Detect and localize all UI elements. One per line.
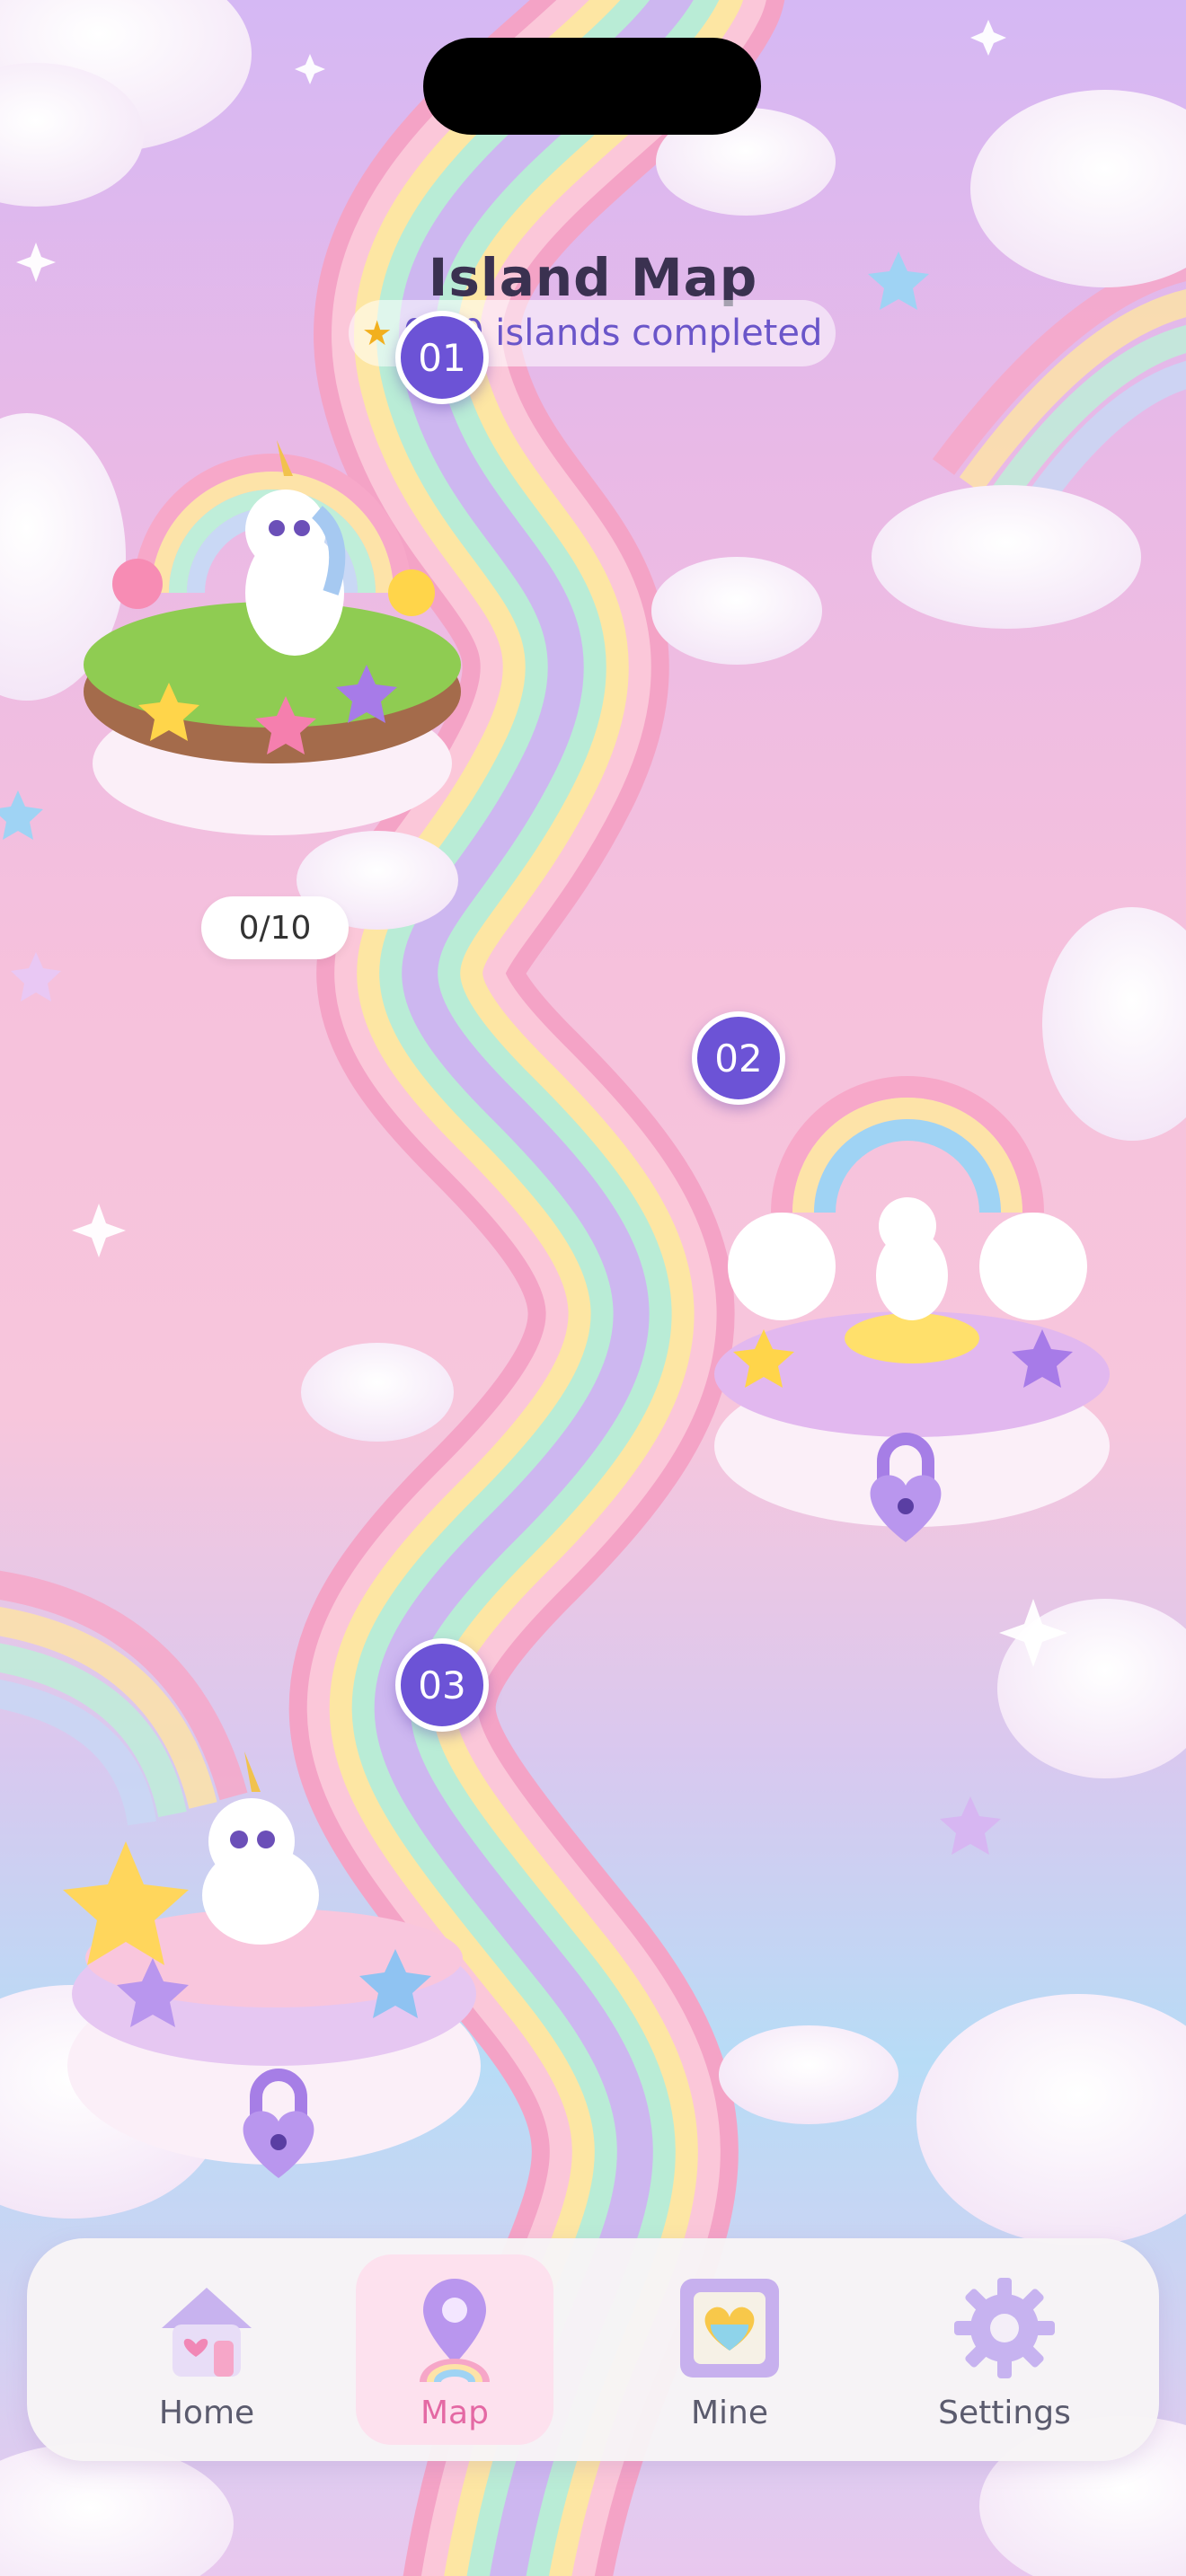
lock-icon <box>861 1430 951 1550</box>
tab-map[interactable]: Map <box>356 2254 553 2445</box>
island-01-number-badge: 01 <box>395 311 489 404</box>
tab-mine[interactable]: Mine <box>631 2254 828 2445</box>
house-icon <box>162 2288 252 2377</box>
tab-settings-label: Settings <box>938 2395 1071 2431</box>
island-03[interactable]: 03 <box>63 1638 489 2192</box>
island-02-number-badge: 02 <box>692 1011 785 1105</box>
island-01[interactable]: 01 <box>79 311 489 853</box>
page-title: Island Map <box>428 246 758 308</box>
star-icon: ★ <box>361 313 393 353</box>
heart-frame-icon <box>680 2279 779 2378</box>
gear-icon <box>954 2278 1055 2378</box>
map-pin-icon <box>420 2279 490 2383</box>
island-01-illustration <box>84 440 461 835</box>
tab-home[interactable]: Home <box>108 2254 305 2445</box>
tab-mine-label: Mine <box>690 2395 769 2431</box>
tab-home-label: Home <box>158 2395 255 2431</box>
bottom-tab-bar: Home Map Mine Settings <box>27 2238 1159 2461</box>
tab-settings[interactable]: Settings <box>906 2254 1103 2445</box>
phone-notch <box>423 38 761 135</box>
island-03-number-badge: 03 <box>395 1638 489 1732</box>
tab-map-label: Map <box>420 2395 489 2431</box>
island-01-progress: 0/10 <box>201 896 349 959</box>
island-02[interactable]: 02 <box>692 1011 1114 1572</box>
lock-icon <box>234 2066 323 2186</box>
